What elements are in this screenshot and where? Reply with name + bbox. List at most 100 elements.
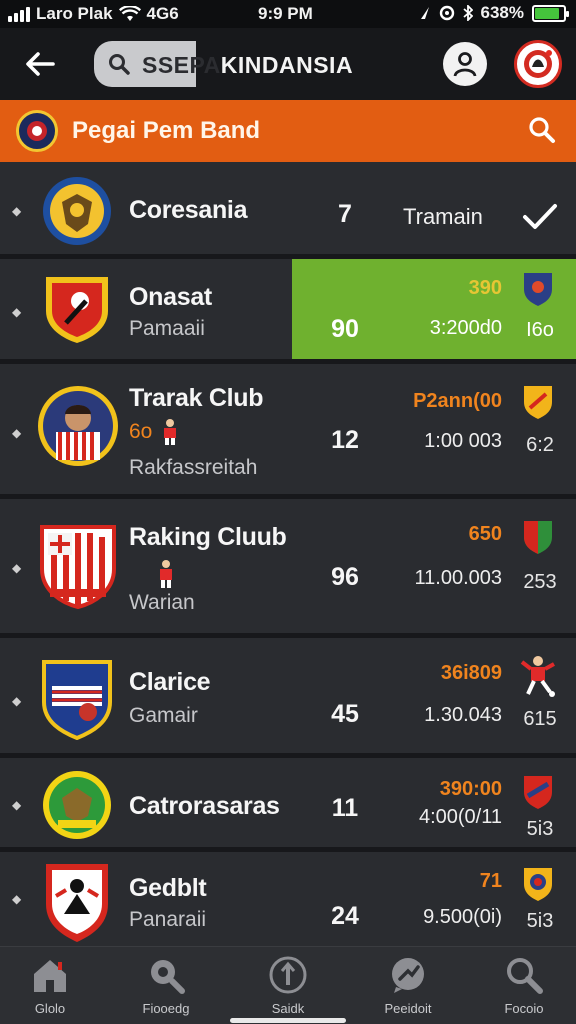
status-left: Laro Plak 4G6 [8, 4, 179, 24]
team-amount: 4:00(0/11 [418, 806, 502, 828]
chevron-icon: ◆ [12, 204, 22, 218]
top-bar: SSEPAKINDANSIA [0, 28, 576, 100]
status-time: 9:9 PM [258, 4, 313, 23]
search-icon [146, 955, 186, 995]
chevron-icon: ◆ [12, 305, 22, 319]
status-bar: Laro Plak 4G6 9:9 PM 638% [0, 0, 576, 28]
player-icon [160, 560, 172, 588]
carrier-label: Laro Plak [36, 4, 113, 23]
team-points: 90 [331, 315, 359, 343]
profile-button[interactable] [443, 42, 487, 86]
magnifier-icon [504, 955, 544, 995]
search-value-part-1: SSEPA [142, 52, 221, 78]
nav-item-focus[interactable]: Focoio [474, 955, 574, 1016]
network-label: 4G6 [146, 4, 179, 23]
nav-label: Glolo [34, 1001, 66, 1016]
team-side-value: 5i3 [526, 818, 554, 840]
shield-icon [524, 776, 552, 809]
battery-label: 638% [480, 3, 524, 22]
chevron-icon: ◆ [12, 694, 22, 708]
shield-icon [524, 868, 552, 901]
table-row[interactable]: ◆ Coresania 7 Tramain [0, 162, 576, 259]
home-icon [30, 955, 70, 995]
team-crest-icon [46, 277, 108, 343]
nav-item-feed[interactable]: Fiooedg [116, 955, 216, 1016]
team-status: Tramain [403, 204, 483, 229]
signal-icon [8, 6, 30, 22]
table-row[interactable]: ◆ Clarice Gamair 45 36i809 1.30.043 615 [0, 638, 576, 758]
team-subtitle: Gamair [129, 704, 198, 727]
table-row[interactable]: ◆ Gedblt Panaraii 24 71 9.500(0i) 5i3 [0, 852, 576, 946]
nav-label: Peeidoit [384, 1001, 432, 1016]
team-crest-icon [40, 525, 116, 609]
table-row[interactable]: ◆ Catrorasaras 11 390:00 4:00(0/11 5i3 [0, 758, 576, 852]
chat-icon [388, 955, 428, 995]
team-crest-icon [42, 660, 112, 740]
team-list: ◆ Coresania 7 Tramain ◆ Onasat Pamaaii 9… [0, 162, 576, 946]
nav-item-home[interactable]: Glolo [0, 955, 100, 1016]
back-arrow-icon [26, 52, 55, 76]
nav-label: Focoio [504, 1001, 544, 1016]
shield-icon [524, 386, 552, 419]
team-top-value: P2ann(00 [413, 390, 502, 412]
nav-label: Saidk [271, 1001, 305, 1016]
team-side-value: 615 [523, 708, 557, 730]
team-amount: 11.00.003 [414, 567, 503, 589]
team-amount: 3:200d0 [429, 317, 502, 339]
team-points: 96 [331, 563, 359, 591]
bottom-nav: Glolo Fiooedg Saidk Peeidoit Focoio [0, 946, 576, 1024]
battery-icon [532, 4, 569, 22]
team-avatar[interactable] [514, 40, 562, 88]
table-row[interactable]: ◆ Raking Cluub Warian 96 650 11.00.003 2… [0, 499, 576, 638]
team-side-value: I6o [526, 319, 554, 341]
team-crest-icon [38, 386, 118, 466]
team-name: Raking Cluub [129, 523, 287, 551]
team-side-value: 5i3 [526, 910, 554, 932]
team-top-value: 390 [468, 277, 502, 299]
team-subtitle: Rakfassreitah [129, 456, 258, 479]
league-title: Pegai Pem Band [72, 117, 261, 144]
search-icon[interactable] [528, 116, 556, 144]
team-name: Trarak Club [129, 384, 264, 412]
team-amount: 1:00 003 [424, 430, 502, 452]
bluetooth-icon [462, 5, 473, 21]
table-row[interactable]: ◆ Trarak Club 6o Rakfassreitah 12 P2ann(… [0, 364, 576, 499]
player-icon [164, 419, 176, 445]
team-name: Coresania [129, 196, 248, 224]
search-value[interactable]: SSEPAKINDANSIA [142, 52, 353, 79]
home-indicator [230, 1018, 346, 1023]
team-crest-icon [46, 864, 108, 942]
team-points: 7 [338, 200, 352, 228]
team-name: Onasat [129, 283, 212, 311]
team-subtitle: Pamaaii [129, 317, 205, 340]
compass-icon [268, 955, 308, 995]
team-name: Clarice [129, 668, 211, 696]
team-points: 45 [331, 700, 359, 728]
team-name: Catrorasaras [129, 792, 280, 820]
chevron-icon: ◆ [12, 426, 22, 440]
nav-label: Fiooedg [142, 1001, 190, 1016]
table-row[interactable]: ◆ Onasat Pamaaii 90 390 3:200d0 I6o [0, 259, 576, 364]
team-crest-icon [43, 177, 111, 245]
team-top-value: 390:00 [439, 778, 502, 800]
league-header: Pegai Pem Band [0, 100, 576, 162]
chevron-icon: ◆ [12, 798, 22, 812]
wifi-icon [118, 6, 141, 21]
team-amount: 9.500(0i) [423, 906, 502, 928]
user-icon [453, 52, 477, 77]
search-icon [109, 54, 130, 75]
team-points: 11 [331, 794, 359, 822]
team-extra: 6o [129, 420, 153, 443]
team-crest-icon [43, 771, 111, 839]
team-top-value: 650 [468, 523, 502, 545]
status-right: 638% [419, 3, 569, 23]
search-value-part-2: KINDANSIA [220, 52, 354, 78]
sync-icon [439, 5, 454, 21]
club-logo-icon [524, 50, 552, 78]
nav-item-predict[interactable]: Peeidoit [358, 955, 458, 1016]
shield-icon [524, 273, 552, 306]
team-subtitle: Warian [129, 591, 195, 614]
nav-item-search[interactable]: Saidk [238, 955, 338, 1016]
back-button[interactable] [20, 46, 60, 82]
check-icon[interactable] [522, 202, 558, 232]
